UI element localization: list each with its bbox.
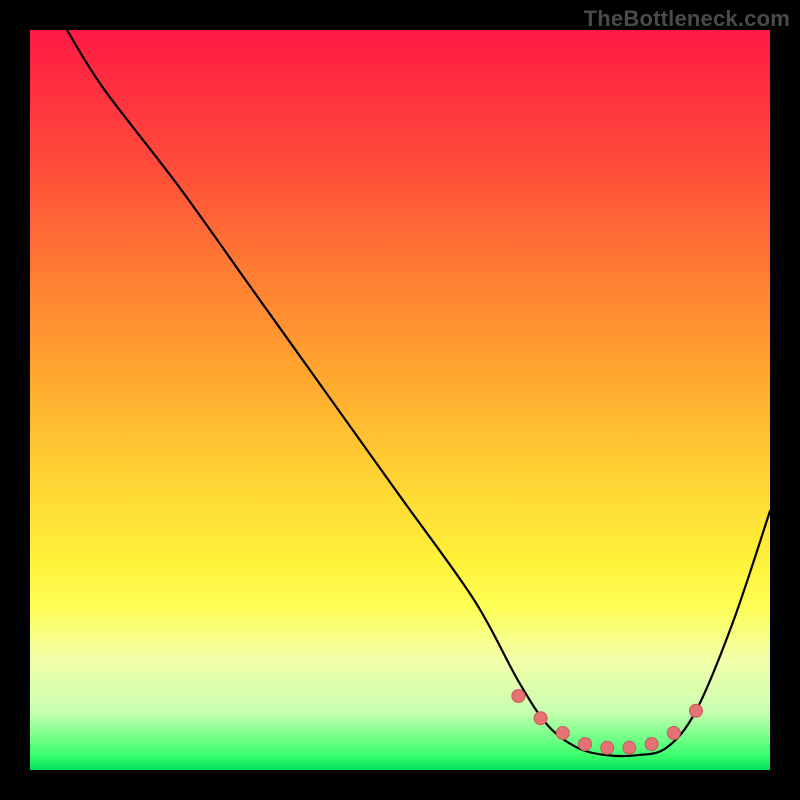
valley-markers-group — [512, 690, 703, 755]
valley-marker — [690, 704, 703, 717]
valley-marker — [623, 741, 636, 754]
valley-marker — [512, 690, 525, 703]
watermark-text: TheBottleneck.com — [584, 6, 790, 32]
valley-marker — [534, 712, 547, 725]
valley-marker — [556, 727, 569, 740]
valley-marker — [667, 727, 680, 740]
valley-marker — [579, 738, 592, 751]
valley-marker — [601, 741, 614, 754]
plot-area — [30, 30, 770, 770]
bottleneck-curve-path — [67, 30, 770, 756]
chart-frame: TheBottleneck.com — [0, 0, 800, 800]
valley-marker — [645, 738, 658, 751]
curve-svg — [30, 30, 770, 770]
